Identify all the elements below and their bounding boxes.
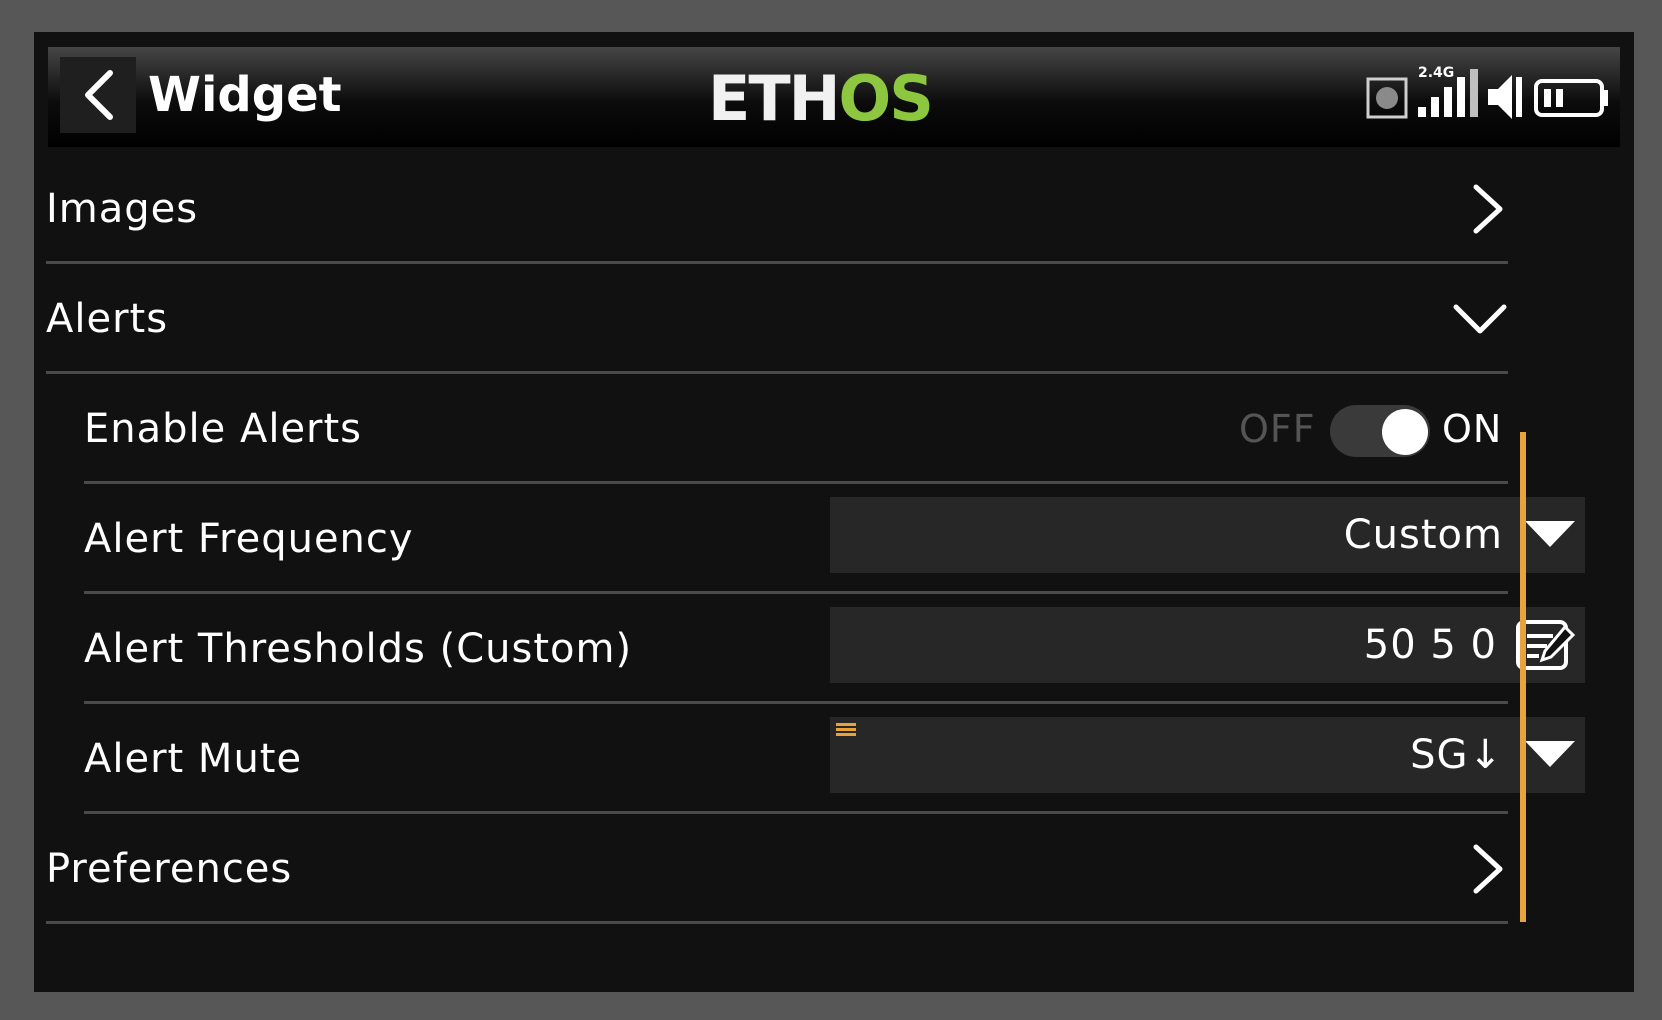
ethos-logo: ETHOS <box>708 68 934 130</box>
section-preferences[interactable]: Preferences <box>46 814 1508 924</box>
logo-text-white: ETH <box>708 62 841 135</box>
rf-band-label: 2.4G <box>1418 65 1454 81</box>
dropdown-arrow-icon <box>1525 521 1575 547</box>
alert-frequency-label: Alert Frequency <box>84 516 414 562</box>
toggle-on-label: ON <box>1442 407 1503 451</box>
alert-thresholds-field[interactable]: 50 5 0 <box>830 607 1585 683</box>
chevron-right-icon <box>1473 844 1503 894</box>
alert-thresholds-value: 50 5 0 <box>1363 622 1497 668</box>
header-bar: Widget ETHOS 2.4G <box>48 47 1620 147</box>
alert-frequency-dropdown[interactable]: Custom <box>830 497 1585 573</box>
section-alerts[interactable]: Alerts <box>46 264 1508 374</box>
alert-thresholds-label: Alert Thresholds (Custom) <box>84 626 633 672</box>
speaker-icon <box>1488 75 1522 119</box>
enable-alerts-toggle[interactable] <box>1330 405 1430 457</box>
alert-frequency-value: Custom <box>1343 512 1503 558</box>
record-icon <box>1366 77 1408 119</box>
toggle-off-label: OFF <box>1239 407 1316 451</box>
radio-screen: Widget ETHOS 2.4G Images Alerts Enable A… <box>34 32 1634 992</box>
chevron-down-icon <box>1453 304 1507 334</box>
signal-icon: 2.4G <box>1418 65 1478 117</box>
logo-text-green: OS <box>838 62 934 135</box>
enable-alerts-row: Enable Alerts OFF ON <box>84 374 1508 484</box>
dropdown-arrow-icon <box>1525 741 1575 767</box>
alert-mute-value: SG↓ <box>1410 732 1503 778</box>
section-images-label: Images <box>46 186 199 232</box>
toggle-knob <box>1382 409 1428 455</box>
status-icons: 2.4G <box>1366 65 1608 119</box>
back-button[interactable] <box>60 57 136 133</box>
chevron-right-icon <box>1473 184 1503 234</box>
list-handle-icon <box>836 723 856 736</box>
section-images[interactable]: Images <box>46 154 1508 264</box>
alert-mute-dropdown[interactable]: SG↓ <box>830 717 1585 793</box>
enable-alerts-label: Enable Alerts <box>84 406 363 452</box>
battery-icon <box>1534 79 1608 117</box>
section-preferences-label: Preferences <box>46 846 293 892</box>
chevron-left-icon <box>85 70 113 120</box>
scrollbar[interactable] <box>1520 432 1526 922</box>
alert-mute-label: Alert Mute <box>84 736 303 782</box>
page-title: Widget <box>148 67 342 123</box>
section-alerts-label: Alerts <box>46 296 169 342</box>
